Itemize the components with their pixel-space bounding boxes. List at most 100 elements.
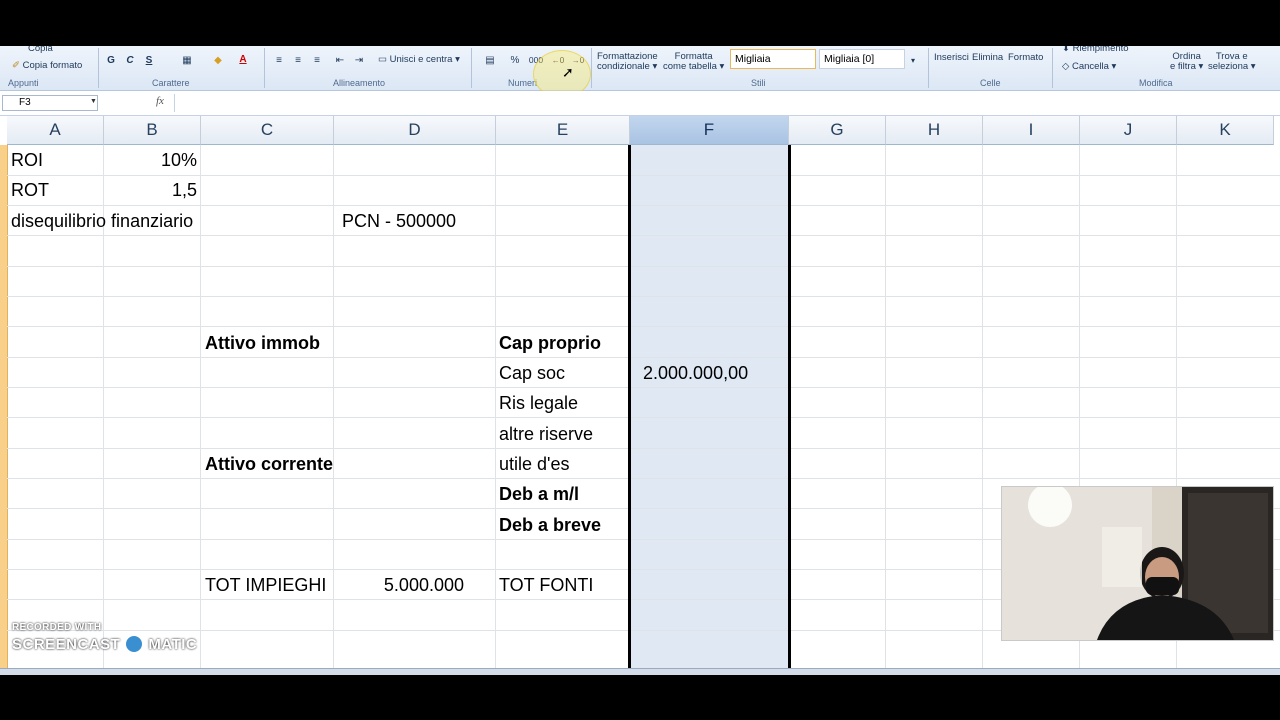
separator: [471, 48, 472, 88]
col-header-d[interactable]: D: [334, 116, 496, 145]
fx-icon[interactable]: fx: [156, 95, 164, 107]
gridline: [7, 326, 1280, 327]
conditional-label-2: condizionale: [597, 61, 650, 72]
col-header-b[interactable]: B: [104, 116, 201, 145]
thick-border-left: [628, 145, 631, 668]
conditional-formatting-button[interactable]: Formattazione condizionale ▾: [597, 52, 658, 72]
styles-more-icon[interactable]: ▾: [908, 52, 918, 68]
fill-icon: ⬇: [1062, 46, 1070, 54]
gridline: [200, 145, 201, 668]
insert-button[interactable]: Inserisci: [934, 52, 969, 63]
borders-icon[interactable]: ▦: [175, 52, 199, 68]
cell-c15[interactable]: TOT IMPIEGHI: [205, 570, 326, 600]
screen-frame: Copia ✐ Copia formato Appunti G C S ▦ ◆ …: [0, 0, 1280, 720]
cell-f8[interactable]: 2.000.000,00: [643, 358, 748, 388]
format-painter-button[interactable]: ✐ Copia formato: [12, 60, 82, 71]
italic-button[interactable]: C: [123, 52, 137, 68]
format-as-table-button[interactable]: Formatta come tabella ▾: [663, 52, 724, 72]
col-header-a[interactable]: A: [7, 116, 104, 145]
col-header-g[interactable]: G: [789, 116, 886, 145]
font-group-label: Carattere: [152, 78, 190, 88]
cell-c7[interactable]: Attivo immob: [205, 328, 320, 358]
clear-label: Cancella: [1071, 61, 1109, 72]
sheet-tabs-bar[interactable]: [0, 668, 1280, 675]
bold-button[interactable]: G: [104, 52, 118, 68]
percent-button[interactable]: %: [508, 52, 522, 68]
clipboard-group-label: Appunti: [8, 78, 39, 88]
gridline: [7, 417, 1280, 418]
cell-b1[interactable]: 10%: [104, 145, 197, 175]
watermark-line2: SCREENCAST MATIC: [12, 633, 197, 655]
fill-button[interactable]: ⬇ Riempimento: [1062, 46, 1129, 54]
number-group-label: Numeri: [508, 78, 538, 88]
cell-c11[interactable]: Attivo corrente: [205, 449, 333, 479]
editing-group-label: Modifica: [1139, 78, 1173, 88]
gridline: [7, 266, 1280, 267]
accounting-format-icon[interactable]: ▤: [478, 52, 502, 68]
align-center-icon[interactable]: ≡: [291, 52, 305, 68]
cell-e7[interactable]: Cap proprio: [499, 328, 601, 358]
col-header-i[interactable]: I: [983, 116, 1080, 145]
gridline: [7, 235, 1280, 236]
style-migliaia-0[interactable]: Migliaia [0]: [819, 49, 905, 69]
watermark-line2b: MATIC: [148, 635, 198, 653]
cell-a1[interactable]: ROI: [11, 145, 43, 175]
separator: [591, 48, 592, 88]
cell-e12[interactable]: Deb a m/l: [499, 479, 579, 509]
watermark-line1: RECORDED WITH: [12, 622, 102, 633]
underline-button[interactable]: S: [142, 52, 156, 68]
merge-center-button[interactable]: ▭ Unisci e centra ▾: [378, 54, 460, 65]
clear-button[interactable]: ◇ Cancella ▾: [1062, 61, 1116, 72]
increase-indent-icon[interactable]: ⇥: [352, 52, 366, 68]
align-left-icon[interactable]: ≡: [272, 52, 286, 68]
align-right-icon[interactable]: ≡: [310, 52, 324, 68]
decrease-indent-icon[interactable]: ⇤: [333, 52, 347, 68]
find-label-2: seleziona: [1208, 61, 1249, 72]
cell-a3[interactable]: disequilibrio finanziario: [11, 206, 193, 236]
col-header-k[interactable]: K: [1177, 116, 1274, 145]
format-button[interactable]: Formato: [1008, 52, 1043, 63]
delete-button[interactable]: Elimina: [972, 52, 1003, 63]
brush-icon: ✐: [12, 60, 20, 71]
copy-button[interactable]: Copia: [28, 46, 53, 54]
screencast-logo-icon: [123, 633, 146, 655]
gridline: [7, 296, 1280, 297]
font-color-icon[interactable]: A: [234, 51, 252, 67]
col-header-j[interactable]: J: [1080, 116, 1177, 145]
col-header-c[interactable]: C: [201, 116, 334, 145]
watermark-line2a: SCREENCAST: [12, 635, 121, 653]
row-headers[interactable]: [0, 145, 8, 668]
formula-input[interactable]: [174, 94, 1275, 112]
cell-d3[interactable]: PCN - 500000: [342, 206, 456, 236]
cell-a2[interactable]: ROT: [11, 175, 49, 205]
col-header-h[interactable]: H: [886, 116, 983, 145]
merge-icon: ▭: [378, 54, 387, 65]
selected-column-f: [630, 145, 789, 668]
style-migliaia[interactable]: Migliaia: [730, 49, 816, 69]
webcam-overlay: [1001, 486, 1274, 641]
name-box-dropdown-icon[interactable]: ▼: [90, 98, 97, 105]
cell-e9[interactable]: Ris legale: [499, 388, 578, 418]
thick-border-right: [788, 145, 791, 668]
alignment-group-label: Allineamento: [333, 78, 386, 88]
cell-d15[interactable]: 5.000.000: [334, 570, 464, 600]
fill-color-icon[interactable]: ◆: [206, 52, 230, 68]
merge-center-label: Unisci e centra: [389, 54, 453, 65]
formula-bar: F3 ▼ fx: [0, 91, 1280, 116]
cell-b2[interactable]: 1,5: [104, 175, 197, 205]
cell-e15[interactable]: TOT FONTI: [499, 570, 593, 600]
separator: [1052, 48, 1053, 88]
cell-e10[interactable]: altre riserve: [499, 419, 593, 449]
name-box[interactable]: F3: [2, 95, 98, 111]
gridline: [982, 145, 983, 668]
cell-e13[interactable]: Deb a breve: [499, 510, 601, 540]
col-header-f[interactable]: F: [630, 116, 789, 145]
cell-e11[interactable]: utile d'es: [499, 449, 569, 479]
col-header-e[interactable]: E: [496, 116, 630, 145]
cells-group-label: Celle: [980, 78, 1001, 88]
find-select-button[interactable]: Trova e seleziona ▾: [1208, 52, 1256, 72]
sort-filter-button[interactable]: Ordina e filtra ▾: [1170, 52, 1203, 72]
screencast-watermark: RECORDED WITH SCREENCAST MATIC: [12, 622, 197, 655]
gridline: [7, 175, 1280, 176]
cell-e8[interactable]: Cap soc: [499, 358, 565, 388]
